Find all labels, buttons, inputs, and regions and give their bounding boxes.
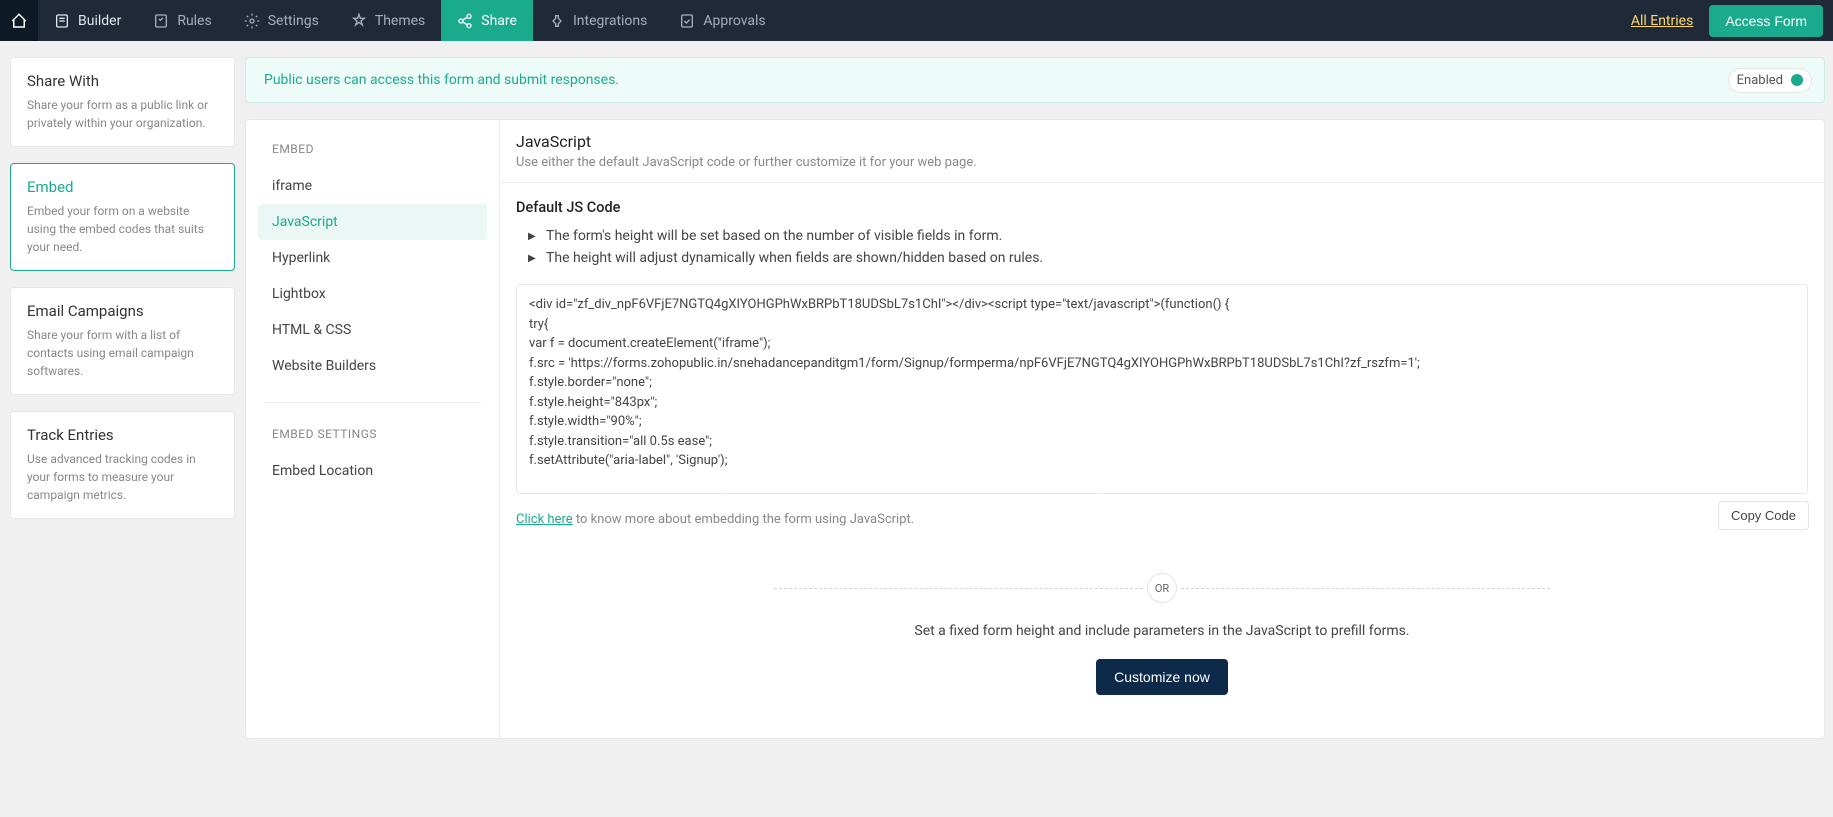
gear-icon [244, 13, 260, 29]
home-button[interactable] [0, 0, 38, 41]
card-desc: Share your form as a public link or priv… [27, 96, 218, 132]
themes-icon [351, 13, 367, 29]
embed-nav-iframe[interactable]: iframe [258, 168, 487, 204]
or-label: OR [1147, 573, 1177, 603]
bullet-item: The form's height will be set based on t… [532, 228, 1808, 244]
card-title: Email Campaigns [27, 302, 218, 320]
card-title: Track Entries [27, 426, 218, 444]
builder-icon [54, 13, 70, 29]
help-link[interactable]: Click here [516, 512, 573, 527]
share-icon [457, 13, 473, 29]
content-subtitle: Use either the default JavaScript code o… [516, 155, 1808, 170]
card-desc: Share your form with a list of contacts … [27, 326, 218, 380]
rules-icon [153, 13, 169, 29]
home-icon [10, 12, 28, 30]
all-entries-link[interactable]: All Entries [1615, 13, 1709, 29]
nav-settings[interactable]: Settings [228, 0, 335, 41]
enabled-toggle[interactable]: Enabled [1728, 68, 1812, 93]
nav-integrations[interactable]: Integrations [533, 0, 663, 41]
nav-share-label: Share [481, 13, 517, 29]
toggle-label: Enabled [1737, 73, 1783, 88]
help-rest: to know more about embedding the form us… [573, 512, 915, 527]
card-desc: Embed your form on a website using the e… [27, 202, 218, 256]
nav-builder-label: Builder [78, 13, 121, 29]
public-access-banner: Public users can access this form and su… [245, 57, 1825, 103]
content-title: JavaScript [516, 132, 1808, 151]
customize-now-button[interactable]: Customize now [1096, 659, 1228, 695]
help-text: Click here to know more about embedding … [516, 512, 1808, 527]
toggle-dot-icon [1791, 74, 1803, 86]
card-share-with[interactable]: Share With Share your form as a public l… [10, 57, 235, 147]
nav-rules-label: Rules [177, 13, 211, 29]
js-code-textarea[interactable] [516, 284, 1808, 494]
embed-nav-location[interactable]: Embed Location [258, 453, 487, 489]
top-nav: Builder Rules Settings Themes Share Inte… [0, 0, 1833, 41]
default-js-head: Default JS Code [516, 199, 1808, 216]
embed-settings-section-label: EMBED SETTINGS [258, 421, 487, 453]
access-form-button[interactable]: Access Form [1709, 5, 1823, 37]
nav-settings-label: Settings [268, 13, 319, 29]
nav-builder[interactable]: Builder [38, 0, 137, 41]
nav-approvals-label: Approvals [703, 13, 765, 29]
bullet-item: The height will adjust dynamically when … [532, 250, 1808, 266]
embed-nav: EMBED iframe JavaScript Hyperlink Lightb… [246, 120, 500, 738]
embed-nav-javascript[interactable]: JavaScript [258, 204, 487, 240]
integrations-icon [549, 13, 565, 29]
card-email-campaigns[interactable]: Email Campaigns Share your form with a l… [10, 287, 235, 395]
nav-rules[interactable]: Rules [137, 0, 227, 41]
nav-themes-label: Themes [375, 13, 425, 29]
dashed-line [1181, 588, 1550, 589]
or-separator: OR [774, 573, 1549, 603]
nav-integrations-label: Integrations [573, 13, 647, 29]
approvals-icon [679, 13, 695, 29]
nav-approvals[interactable]: Approvals [663, 0, 781, 41]
dashed-line [774, 588, 1143, 589]
embed-nav-lightbox[interactable]: Lightbox [258, 276, 487, 312]
embed-content: JavaScript Use either the default JavaSc… [500, 120, 1824, 738]
divider [264, 402, 481, 403]
bullet-list: The form's height will be set based on t… [516, 228, 1808, 266]
embed-nav-htmlcss[interactable]: HTML & CSS [258, 312, 487, 348]
share-sidebar: Share With Share your form as a public l… [0, 41, 245, 739]
divider [500, 182, 1824, 183]
copy-code-button[interactable]: Copy Code [1718, 501, 1809, 530]
card-track-entries[interactable]: Track Entries Use advanced tracking code… [10, 411, 235, 519]
card-desc: Use advanced tracking codes in your form… [27, 450, 218, 504]
banner-text: Public users can access this form and su… [264, 72, 619, 88]
fixed-height-desc: Set a fixed form height and include para… [516, 623, 1808, 639]
nav-themes[interactable]: Themes [335, 0, 441, 41]
embed-nav-websitebuilders[interactable]: Website Builders [258, 348, 487, 384]
embed-section-label: EMBED [258, 136, 487, 168]
card-embed[interactable]: Embed Embed your form on a website using… [10, 163, 235, 271]
nav-share[interactable]: Share [441, 0, 533, 41]
embed-nav-hyperlink[interactable]: Hyperlink [258, 240, 487, 276]
card-title: Embed [27, 178, 218, 196]
card-title: Share With [27, 72, 218, 90]
